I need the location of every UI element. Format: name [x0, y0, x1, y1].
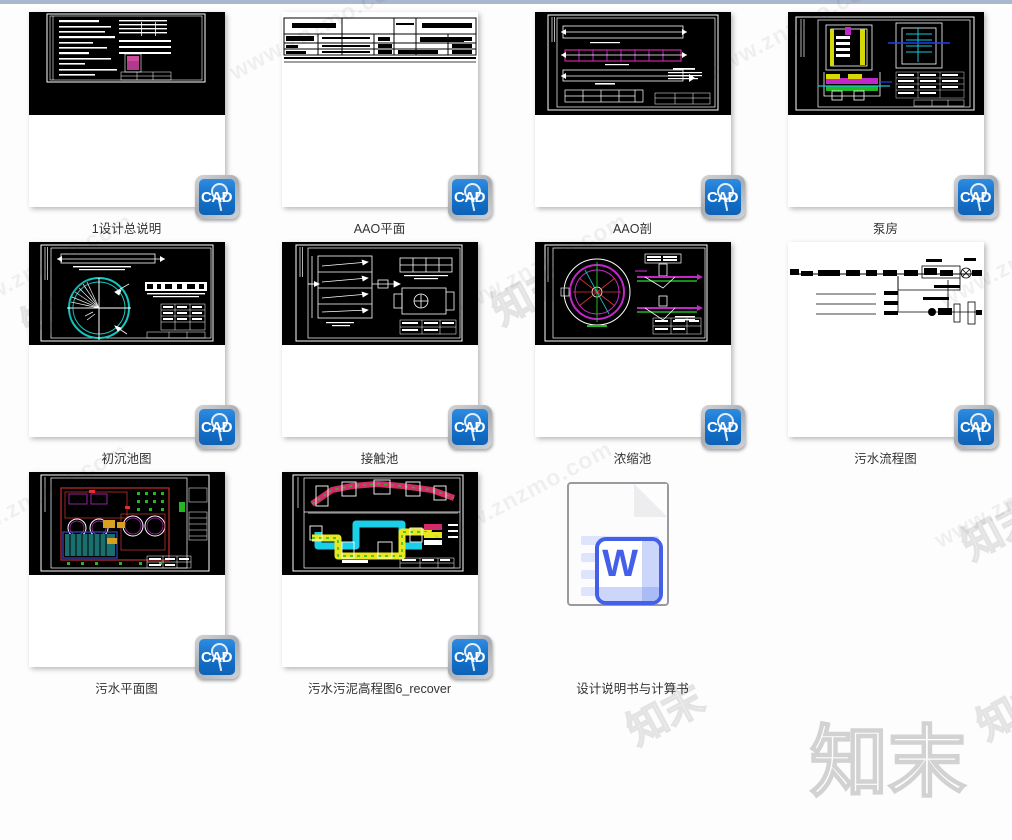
thumbnail-caption: 初沉池图 — [101, 452, 152, 466]
magnifier-icon — [716, 183, 734, 200]
cad-file-icon: CAD — [194, 405, 239, 449]
magnifier-icon — [969, 413, 987, 430]
thumbnail-card[interactable]: CAD — [281, 12, 492, 219]
drawing-preview-title-block-table — [281, 12, 478, 115]
thumbnail-grid: CAD 1设计总说明 CAD AAO平面 CAD AAO剖 CAD 泵房 CAD… — [0, 7, 1012, 697]
thumbnail-item-10[interactable]: CAD 污水污泥高程图6_recover — [253, 467, 506, 697]
drawing-preview-contact-tank — [281, 242, 478, 345]
magnifier-icon — [463, 413, 481, 430]
drawing-preview-pump-house — [787, 12, 984, 115]
thumbnail-item-11[interactable]: W 设计说明书与计算书 — [506, 467, 759, 697]
cad-file-icon: CAD — [447, 175, 492, 219]
thumbnail-item-6[interactable]: CAD 接触池 — [253, 237, 506, 467]
thumbnail-card[interactable]: CAD — [534, 242, 745, 449]
title-area: 6万吨每天AAO工艺污水处理厂平面高程图带设计说明 ID: 1158694369 — [0, 700, 1012, 840]
thumbnail-card[interactable]: CAD — [787, 242, 998, 449]
cad-drawing-title-block-table — [281, 12, 478, 115]
thumbnail-caption: 污水平面图 — [95, 682, 158, 696]
cad-file-icon: CAD — [194, 635, 239, 679]
thumbnail-item-1[interactable]: CAD 1设计总说明 — [0, 7, 253, 237]
gallery-page: CAD 1设计总说明 CAD AAO平面 CAD AAO剖 CAD 泵房 CAD… — [0, 0, 1012, 840]
thumbnail-card[interactable]: CAD — [281, 242, 492, 449]
thumbnail-item-empty — [759, 467, 1012, 697]
cad-file-icon: CAD — [953, 405, 998, 449]
drawing-preview-thickener — [534, 242, 731, 345]
drawing-preview-elevation-profile — [281, 472, 478, 575]
cad-file-icon: CAD — [953, 175, 998, 219]
thumbnail-item-2[interactable]: CAD AAO平面 — [253, 7, 506, 237]
thumbnail-caption: AAO平面 — [353, 222, 406, 236]
page-fold-corner-icon — [633, 484, 667, 517]
cad-drawing-primary-clarifier — [28, 242, 225, 345]
thumbnail-caption: 浓缩池 — [613, 452, 652, 466]
magnifier-icon — [463, 183, 481, 200]
thumbnail-row: CAD 1设计总说明 CAD AAO平面 CAD AAO剖 CAD 泵房 — [0, 7, 1012, 237]
thumbnail-item-4[interactable]: CAD 泵房 — [759, 7, 1012, 237]
thumbnail-card[interactable]: CAD — [28, 472, 239, 679]
cad-file-icon: CAD — [194, 175, 239, 219]
cad-drawing-elevation-profile — [281, 472, 478, 575]
drawing-preview-flow-diagram — [787, 242, 984, 345]
word-icon: W — [594, 537, 663, 605]
thumbnail-caption: 1设计总说明 — [91, 222, 162, 236]
cad-drawing-section-profile — [534, 12, 731, 115]
thumbnail-card[interactable]: CAD — [534, 12, 745, 219]
magnifier-icon — [210, 183, 228, 200]
cad-drawing-plant-plan — [28, 472, 225, 575]
thumbnail-caption: 接触池 — [360, 452, 399, 466]
thumbnail-item-7[interactable]: CAD 浓缩池 — [506, 237, 759, 467]
drawing-preview-primary-clarifier — [28, 242, 225, 345]
magnifier-icon — [716, 413, 734, 430]
word-document-thumbnail[interactable]: W — [535, 472, 731, 667]
cad-drawing-contact-tank — [281, 242, 478, 345]
thumbnail-item-8[interactable]: CAD 污水流程图 — [759, 237, 1012, 467]
magnifier-icon — [463, 643, 481, 660]
thumbnail-card[interactable]: CAD — [28, 242, 239, 449]
thumbnail-item-9[interactable]: CAD 污水平面图 — [0, 467, 253, 697]
cad-file-icon: CAD — [700, 405, 745, 449]
cad-drawing-thickener — [534, 242, 731, 345]
thumbnail-item-3[interactable]: CAD AAO剖 — [506, 7, 759, 237]
cad-file-icon: CAD — [700, 175, 745, 219]
thumbnail-caption: 泵房 — [872, 222, 898, 236]
thumbnail-card[interactable]: CAD — [28, 12, 239, 219]
cad-file-icon: CAD — [447, 405, 492, 449]
thumbnail-card[interactable]: CAD — [281, 472, 492, 679]
cad-drawing-flow-diagram — [787, 242, 984, 345]
drawing-preview-section-profile — [534, 12, 731, 115]
thumbnail-item-5[interactable]: CAD 初沉池图 — [0, 237, 253, 467]
drawing-preview-plant-plan — [28, 472, 225, 575]
thumbnail-caption: 污水污泥高程图6_recover — [307, 682, 452, 696]
thumbnail-caption: 设计说明书与计算书 — [576, 682, 689, 696]
drawing-preview-spec-sheet — [28, 12, 225, 115]
cad-drawing-spec-sheet — [28, 12, 225, 115]
thumbnail-caption: AAO剖 — [613, 222, 652, 236]
magnifier-icon — [969, 183, 987, 200]
thumbnail-row: CAD 污水平面图 CAD 污水污泥高程图6_recover W 设计说明书与计… — [0, 467, 1012, 697]
thumbnail-card[interactable]: CAD — [787, 12, 998, 219]
magnifier-icon — [210, 413, 228, 430]
thumbnail-row: CAD 初沉池图 CAD 接触池 CAD 浓缩池 CAD 污水流程图 — [0, 237, 1012, 467]
thumbnail-caption: 污水流程图 — [854, 452, 917, 466]
magnifier-icon — [210, 643, 228, 660]
cad-drawing-pump-house — [787, 12, 984, 115]
word-icon-letter: W — [602, 542, 638, 585]
cad-file-icon: CAD — [447, 635, 492, 679]
